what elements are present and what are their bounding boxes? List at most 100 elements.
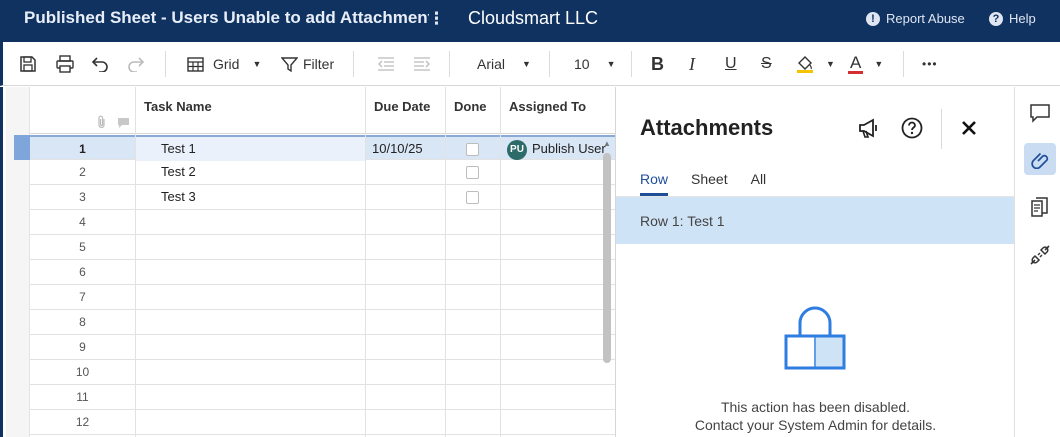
filter-label: Filter: [303, 56, 335, 72]
indent-icon: [414, 57, 430, 71]
report-abuse-link[interactable]: ! Report Abuse: [866, 11, 965, 26]
toolbar: Grid ▼ Filter Arial ▼ 10 ▼ B I U S ▼ A ▼: [0, 42, 1060, 86]
proofing-button[interactable]: [1024, 191, 1056, 223]
conversations-button[interactable]: [1024, 97, 1056, 129]
org-name: Cloudsmart LLC: [468, 8, 599, 28]
font-family-value: Arial: [477, 56, 506, 72]
report-abuse-label: Report Abuse: [886, 11, 965, 26]
help-link[interactable]: ? Help: [989, 11, 1036, 26]
table-row[interactable]: 7: [30, 285, 615, 310]
announce-button[interactable]: [857, 117, 879, 142]
table-row[interactable]: 8: [30, 310, 615, 335]
view-label: Grid: [213, 56, 240, 72]
outdent-icon: [378, 57, 394, 71]
undo-icon: [91, 57, 108, 72]
avatar: PU: [507, 139, 527, 160]
close-button[interactable]: [961, 120, 977, 139]
disabled-message: This action has been disabled. Contact y…: [616, 398, 1015, 434]
fill-color-button[interactable]: ▼: [795, 50, 835, 78]
indent-button[interactable]: [413, 50, 431, 78]
row-number: 7: [79, 290, 86, 304]
bold-icon: B: [651, 53, 664, 74]
filter-button[interactable]: Filter: [281, 50, 334, 78]
row-number: 12: [75, 415, 90, 429]
grid-icon: [187, 56, 204, 72]
assigned-to-cell[interactable]: PU Publish User: [501, 137, 615, 161]
row-context-label: Row 1: Test 1: [640, 213, 725, 229]
table-row[interactable]: 11: [30, 385, 615, 410]
help-icon: [901, 117, 923, 139]
announce-icon: [859, 118, 877, 138]
row-number: 6: [79, 265, 86, 279]
toolbar-divider: [631, 51, 632, 77]
due-date-cell[interactable]: 10/10/25: [366, 137, 445, 161]
task-name-cell[interactable]: Test 3: [136, 185, 365, 209]
alert-icon: !: [866, 11, 880, 26]
connections-icon: [1030, 245, 1050, 265]
table-row[interactable]: 5: [30, 235, 615, 260]
paperclip-icon: [98, 115, 105, 129]
more-icon: •••: [922, 57, 938, 71]
undo-button[interactable]: [91, 50, 109, 78]
save-icon: [20, 56, 36, 72]
text-color-icon: A: [848, 53, 864, 74]
table-row[interactable]: 10: [30, 360, 615, 385]
column-header-task-name[interactable]: Task Name: [135, 87, 365, 134]
table-row[interactable]: 1 Test 1 10/10/25 PU Publish User: [30, 135, 615, 161]
redo-button[interactable]: [127, 50, 145, 78]
more-button[interactable]: •••: [922, 50, 938, 78]
table-row[interactable]: 9: [30, 335, 615, 360]
attachments-button[interactable]: [1024, 143, 1056, 175]
conversations-icon: [1030, 103, 1050, 123]
font-size-select[interactable]: 10 ▼: [574, 50, 616, 78]
tab-row[interactable]: Row: [640, 171, 669, 196]
row-number: 10: [75, 365, 90, 379]
text-color-button[interactable]: A ▼: [848, 50, 883, 78]
vertical-scrollbar[interactable]: [603, 153, 611, 363]
done-checkbox[interactable]: [466, 191, 479, 204]
column-header-due-date[interactable]: Due Date: [365, 87, 445, 134]
bold-button[interactable]: B: [651, 50, 664, 78]
table-row[interactable]: 12: [30, 410, 615, 435]
sheet-menu-button[interactable]: ⋮: [428, 9, 445, 29]
chevron-down-icon: ▼: [874, 59, 884, 69]
task-name-cell[interactable]: Test 2: [136, 160, 365, 184]
column-header-assigned-to[interactable]: Assigned To: [500, 87, 615, 134]
view-selector[interactable]: Grid ▼: [187, 50, 261, 78]
strikethrough-icon: S: [761, 55, 772, 72]
save-button[interactable]: [19, 50, 37, 78]
panel-title: Attachments: [640, 115, 774, 140]
row-number: 4: [79, 215, 86, 229]
column-divider: [445, 87, 446, 437]
redo-icon: [128, 57, 145, 72]
strikethrough-button[interactable]: S: [761, 50, 772, 78]
underline-button[interactable]: U: [725, 50, 737, 78]
font-family-select[interactable]: Arial ▼: [477, 50, 531, 78]
done-checkbox[interactable]: [466, 166, 479, 179]
chevron-down-icon: ▼: [606, 59, 616, 69]
toolbar-divider: [449, 51, 450, 77]
scroll-up-arrow[interactable]: ▲: [602, 139, 612, 148]
close-icon: [962, 121, 976, 135]
table-row[interactable]: 6: [30, 260, 615, 285]
row-number: 1: [79, 142, 86, 156]
done-checkbox[interactable]: [466, 143, 479, 156]
table-row[interactable]: 2 Test 2: [30, 160, 615, 185]
font-size-value: 10: [574, 56, 590, 72]
task-name-cell[interactable]: Test 1: [136, 137, 365, 161]
print-button[interactable]: [55, 50, 75, 78]
title-bar: Published Sheet - Users Unable to add At…: [0, 0, 1060, 42]
outdent-button[interactable]: [377, 50, 395, 78]
panel-help-button[interactable]: [901, 117, 923, 142]
fill-color-icon: [797, 56, 813, 73]
tab-sheet[interactable]: Sheet: [691, 171, 728, 196]
table-row[interactable]: 4: [30, 210, 615, 235]
tab-all[interactable]: All: [751, 171, 767, 196]
connections-button[interactable]: [1024, 239, 1056, 271]
sheet-title: Published Sheet - Users Unable to add At…: [24, 8, 429, 27]
table-row[interactable]: 3 Test 3: [30, 185, 615, 210]
column-divider: [500, 87, 501, 437]
italic-button[interactable]: I: [689, 50, 695, 78]
attachments-icon: [1031, 152, 1049, 169]
column-header-done[interactable]: Done: [445, 87, 500, 134]
